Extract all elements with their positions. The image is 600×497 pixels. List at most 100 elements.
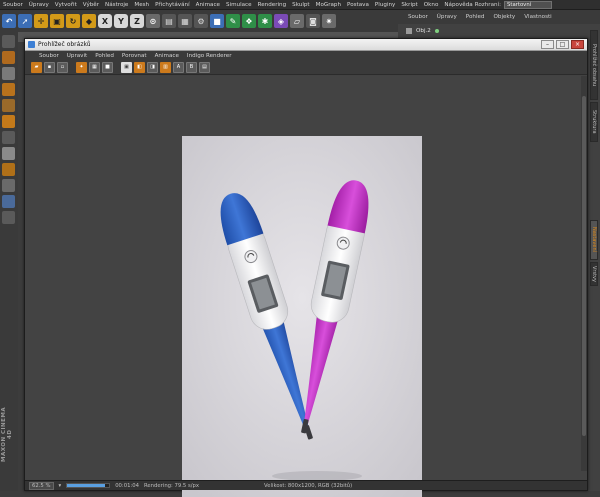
open-file-icon[interactable]: ▰ (31, 61, 42, 73)
zoom-level-field[interactable]: 62.5 % (29, 481, 54, 490)
viewer-menu-soubor[interactable]: Soubor (35, 53, 63, 59)
viewer-menu-bar: Soubor Upravit Pohled Porovnat Animace I… (25, 51, 587, 60)
channel-rgb-icon[interactable]: ▣ (121, 61, 132, 73)
object-name[interactable]: Obj.2 (416, 28, 431, 34)
layout-selector: Rozhraní: Startovní (475, 0, 552, 10)
menu-animace[interactable]: Animace (193, 2, 223, 8)
viewer-app-icon (28, 41, 35, 48)
layers-icon[interactable] (2, 211, 15, 224)
quantize-icon[interactable] (2, 179, 15, 192)
save-icon[interactable]: ▪ (44, 61, 55, 73)
viewer-title: Prohlížeč obrázků (38, 41, 91, 48)
sculpt-icon[interactable] (2, 195, 15, 208)
render-active-view-icon[interactable]: ▦ (89, 61, 100, 73)
viewer-title-bar[interactable]: Prohlížeč obrázků – □ × (25, 39, 587, 51)
viewer-menu-indigo[interactable]: Indigo Renderer (183, 53, 236, 59)
menu-soubor[interactable]: Soubor (0, 2, 26, 8)
om-menu-objekty[interactable]: Objekty (489, 14, 519, 20)
scroll-thumb[interactable] (582, 96, 586, 436)
om-menu-vlastnosti[interactable]: Vlastnosti (520, 14, 556, 20)
camera-icon[interactable]: ◙ (306, 14, 320, 28)
layout-dropdown[interactable]: Startovní (504, 1, 552, 9)
render-canvas[interactable] (25, 76, 587, 497)
left-tool-palette: MAXON CINEMA 4D (0, 32, 18, 491)
window-controls: – □ × (541, 40, 584, 49)
side-tab-attributes[interactable]: Nastavení (590, 220, 598, 260)
menu-skript[interactable]: Skript (398, 2, 420, 8)
zoom-dropdown-icon[interactable]: ▾ (59, 483, 62, 489)
viewer-menu-pohled[interactable]: Pohled (91, 53, 118, 59)
menu-prichytavani[interactable]: Přichytávání (152, 2, 193, 8)
spline-pen-icon[interactable]: ✎ (226, 14, 240, 28)
coordinate-system-icon[interactable]: ⊙ (146, 14, 160, 28)
menu-mesh[interactable]: Mesh (131, 2, 152, 8)
array-icon[interactable]: ✱ (258, 14, 272, 28)
om-menu-soubor[interactable]: Soubor (404, 14, 432, 20)
compare-b-icon[interactable]: B (186, 61, 197, 73)
render-region-icon[interactable]: ✦ (76, 61, 87, 73)
menu-rendering[interactable]: Rendering (255, 2, 290, 8)
render-time: 00:01:04 (115, 482, 139, 489)
menu-simulace[interactable]: Simulace (223, 2, 255, 8)
menu-postava[interactable]: Postava (344, 2, 372, 8)
axis-mode-icon[interactable] (2, 131, 15, 144)
minimize-button[interactable]: – (541, 40, 554, 49)
move-icon[interactable]: ✛ (34, 14, 48, 28)
viewer-menu-porovnat[interactable]: Porovnat (118, 53, 151, 59)
render-settings-icon[interactable]: ⚙ (194, 14, 208, 28)
save-as-icon[interactable]: ▫ (57, 61, 68, 73)
menu-okno[interactable]: Okno (421, 2, 442, 8)
edges-mode-icon[interactable] (2, 99, 15, 112)
nurbs-icon[interactable]: ❖ (242, 14, 256, 28)
viewer-vertical-scrollbar[interactable] (581, 76, 587, 471)
side-tab-layers[interactable]: Vrstvy (590, 262, 598, 286)
tweak-mode-icon[interactable] (2, 147, 15, 160)
side-tab-structure[interactable]: Struktura (590, 102, 598, 142)
split-view-icon[interactable]: ▤ (199, 61, 210, 73)
model-mode-icon[interactable] (2, 35, 15, 48)
viewer-menu-animace[interactable]: Animace (151, 53, 183, 59)
object-tree-row[interactable]: Obj.2 (406, 26, 439, 36)
channel-grey-icon[interactable]: ◨ (147, 61, 158, 73)
deformer-icon[interactable]: ◈ (274, 14, 288, 28)
compare-a-icon[interactable]: A (173, 61, 184, 73)
stop-render-icon[interactable]: ■ (102, 61, 113, 73)
menu-vyber[interactable]: Výběr (80, 2, 102, 8)
viewer-menu-upravit[interactable]: Upravit (63, 53, 91, 59)
scale-icon[interactable]: ▣ (50, 14, 64, 28)
om-menu-pohled[interactable]: Pohled (462, 14, 489, 20)
om-menu-upravy[interactable]: Úpravy (433, 14, 461, 20)
menu-napoveda[interactable]: Nápověda (441, 2, 475, 8)
menu-nastroje[interactable]: Nástroje (102, 2, 131, 8)
texture-mode-icon[interactable] (2, 51, 15, 64)
floor-icon[interactable]: ▱ (290, 14, 304, 28)
histogram-icon[interactable]: ▥ (160, 61, 171, 73)
axis-z-button[interactable]: Z (130, 14, 144, 28)
visibility-dot-icon[interactable] (434, 29, 439, 33)
polygons-mode-icon[interactable] (2, 115, 15, 128)
menu-upravy[interactable]: Úpravy (26, 2, 52, 8)
axis-y-button[interactable]: Y (114, 14, 128, 28)
render-view-icon[interactable]: ▤ (162, 14, 176, 28)
close-button[interactable]: × (571, 40, 584, 49)
undo-icon[interactable]: ↶ (2, 14, 16, 28)
cube-icon[interactable]: ■ (210, 14, 224, 28)
channel-alpha-icon[interactable]: ◧ (134, 61, 145, 73)
viewer-status-bar: 62.5 % ▾ 00:01:04 Rendering: 79.5 s/px V… (25, 480, 587, 490)
render-progress-fill (67, 484, 105, 487)
menu-mograph[interactable]: MoGraph (313, 2, 344, 8)
snap-icon[interactable] (2, 163, 15, 176)
axis-x-button[interactable]: X (98, 14, 112, 28)
menu-vytvorit[interactable]: Vytvořit (52, 2, 80, 8)
recent-tool-icon[interactable]: ◆ (82, 14, 96, 28)
maximize-button[interactable]: □ (556, 40, 569, 49)
menu-pluginy[interactable]: Pluginy (372, 2, 398, 8)
light-icon[interactable]: ✷ (322, 14, 336, 28)
render-picture-viewer-icon[interactable]: ▦ (178, 14, 192, 28)
menu-skulpt[interactable]: Skulpt (289, 2, 312, 8)
select-arrow-icon[interactable]: ➚ (18, 14, 32, 28)
side-tab-content-browser[interactable]: Prohlížeč obsahu (590, 30, 598, 100)
points-mode-icon[interactable] (2, 83, 15, 96)
workplane-icon[interactable] (2, 67, 15, 80)
rotate-icon[interactable]: ↻ (66, 14, 80, 28)
